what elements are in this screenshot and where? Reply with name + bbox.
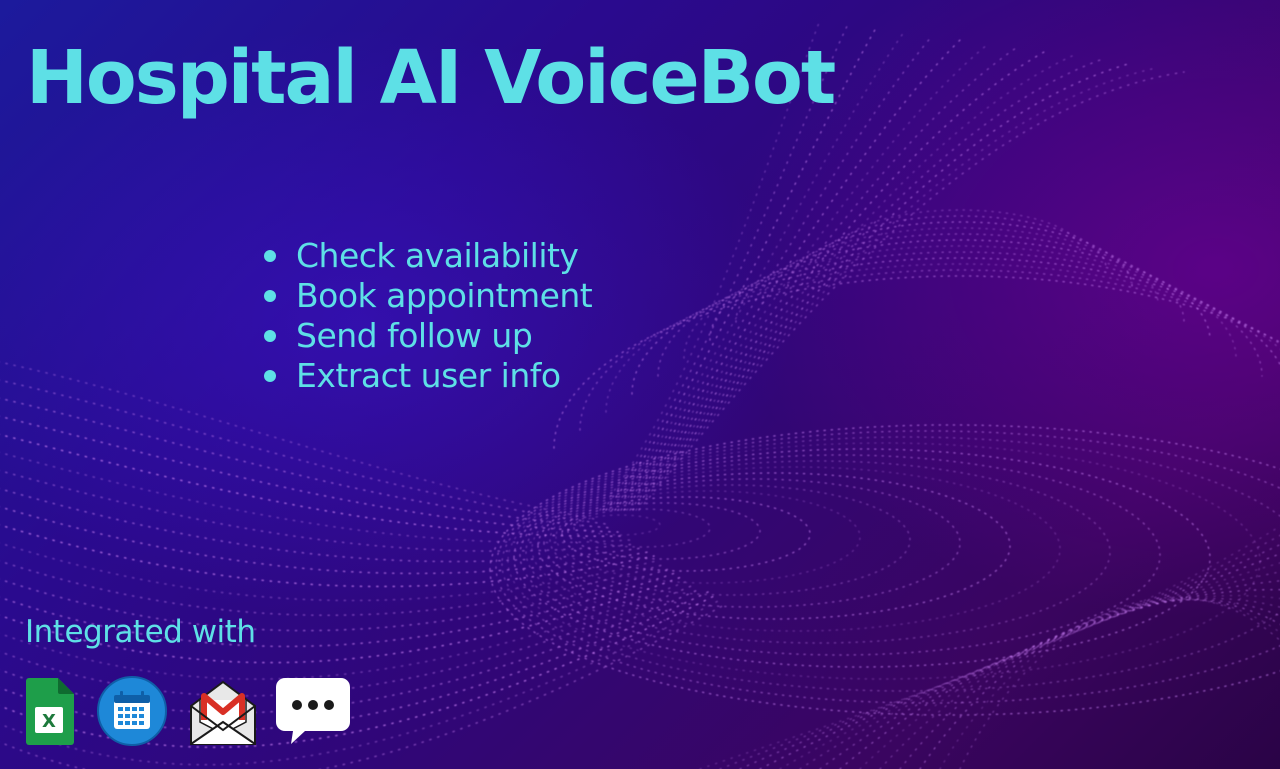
bullet-icon: [264, 290, 276, 302]
integrations-label: Integrated with: [25, 614, 256, 650]
spreadsheet-icon: X: [26, 678, 74, 745]
page-title: Hospital AI VoiceBot: [26, 35, 836, 121]
feature-item: Send follow up: [262, 316, 592, 356]
feature-label: Check availability: [296, 236, 579, 275]
feature-list: Check availability Book appointment Send…: [262, 236, 593, 396]
gmail-icon: [190, 680, 256, 745]
feature-label: Book appointment: [296, 276, 593, 315]
bullet-icon: [264, 250, 276, 262]
bullet-icon: [264, 370, 276, 382]
svg-text:X: X: [42, 711, 56, 732]
feature-item: Extract user info: [262, 356, 592, 396]
feature-label: Extract user info: [296, 356, 561, 395]
feature-item: Check availability: [262, 236, 592, 276]
feature-item: Book appointment: [262, 276, 593, 316]
bullet-icon: [264, 330, 276, 342]
chat-icon: [276, 678, 350, 744]
calendar-icon: [97, 676, 167, 746]
feature-label: Send follow up: [296, 316, 533, 355]
